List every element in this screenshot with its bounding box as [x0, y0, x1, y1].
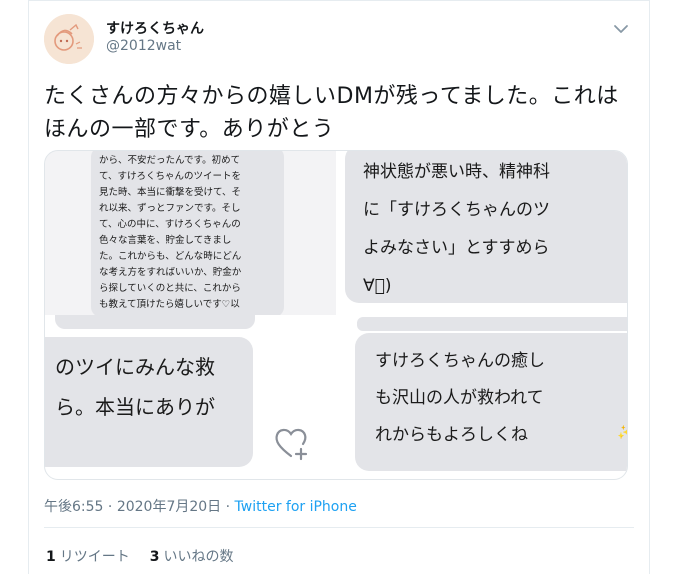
media-grid[interactable]: から、不安だったんです。初めて て、すけろくちゃんのツイートを 見た時、本当に衝…: [44, 150, 628, 480]
retweets-label: リツイート: [59, 549, 130, 565]
dm-line: も教えて頂けたら嬉しいです♡以: [99, 299, 240, 310]
dm-line: て、心の中に、すけろくちゃんの: [99, 219, 241, 230]
stats-divider: [44, 527, 634, 528]
tweet-text-line: ほんの一部です。ありがとう: [44, 117, 335, 142]
likes-label: いいねの数: [163, 549, 234, 565]
dm-line: ∀ﾟ): [363, 276, 392, 296]
tweet-meta: 午後6:55 · 2020年7月20日 · Twitter for iPhone: [44, 496, 357, 516]
chevron-down-icon[interactable]: [612, 20, 630, 38]
dm-line: れからもよろしくね: [375, 425, 528, 445]
dm-line: れ以来、ずっとファンです。そし: [99, 203, 241, 214]
dm-bubble: から、不安だったんです。初めて て、すけろくちゃんのツイートを 見た時、本当に衝…: [91, 151, 284, 317]
dm-bubble-edge: [357, 317, 627, 331]
dm-line: 見た時、本当に衝撃を受けて、そ: [99, 187, 242, 198]
heart-plus-icon[interactable]: [271, 423, 311, 463]
sparkle-icon: ✨: [617, 425, 627, 441]
avatar-illustration: [44, 14, 94, 64]
likes-count: 3: [149, 549, 160, 565]
tweet-time[interactable]: 午後6:55: [44, 499, 103, 515]
dm-bubble: 神状態が悪い時、精神科 に「すけろくちゃんのツ よみなさい」とすすめら ∀ﾟ): [345, 151, 627, 303]
dm-bubble: すけろくちゃんの癒し も沢山の人が救われて れからもよろしくね: [355, 333, 627, 471]
retweets-stat[interactable]: 1 リツイート: [46, 546, 130, 566]
dm-line: のツイにみんな救: [55, 355, 215, 379]
dm-line: よみなさい」とすすめら: [363, 238, 550, 258]
tweet-text-line: たくさんの方々からの嬉しいDMが残ってました。これは: [44, 84, 619, 109]
dm-line: から、不安だったんです。初めて: [99, 155, 241, 166]
retweets-count: 1: [46, 549, 56, 565]
dm-line: も沢山の人が救われて: [375, 388, 544, 408]
dm-line: すけろくちゃんの癒し: [375, 351, 545, 371]
dm-line: に「すけろくちゃんのツ: [363, 200, 550, 220]
tweet-text: たくさんの方々からの嬉しいDMが残ってました。これは ほんの一部です。ありがとう: [44, 80, 634, 146]
tweet-date[interactable]: 2020年7月20日: [117, 499, 221, 515]
right-border: [649, 0, 650, 574]
meta-separator: ·: [103, 499, 117, 515]
left-border: [28, 0, 29, 574]
dm-line: ら。本当にありが: [55, 395, 215, 419]
meta-separator: ·: [221, 499, 235, 515]
media-photo-1[interactable]: から、不安だったんです。初めて て、すけろくちゃんのツイートを 見た時、本当に衝…: [45, 151, 336, 317]
likes-stat[interactable]: 3 いいねの数: [150, 546, 234, 566]
dm-line: 神状態が悪い時、精神科: [363, 162, 550, 182]
dm-bubble: のツイにみんな救 ら。本当にありが: [45, 337, 253, 467]
author-name[interactable]: すけろくちゃん: [106, 18, 204, 38]
tweet-card: すけろくちゃん @2012wat たくさんの方々からの嬉しいDMが残ってました。…: [0, 0, 680, 574]
tweet-stats: 1 リツイート 3 いいねの数: [46, 546, 234, 566]
dm-line: ら探していくのと共に、これから: [99, 283, 241, 294]
avatar[interactable]: [44, 14, 94, 64]
dm-line: た。これからも、どんな時にどん: [99, 251, 242, 262]
tweet-source-link[interactable]: Twitter for iPhone: [235, 499, 357, 515]
top-divider: [28, 0, 650, 1]
dm-line: て、すけろくちゃんのツイートを: [99, 171, 242, 182]
author-handle[interactable]: @2012wat: [106, 38, 181, 54]
dm-line: 色々な言葉を、貯金してきまし: [99, 235, 232, 246]
dm-line: な考え方をすればいいか、貯金か: [99, 267, 242, 278]
dm-bubble-edge: [55, 315, 255, 329]
